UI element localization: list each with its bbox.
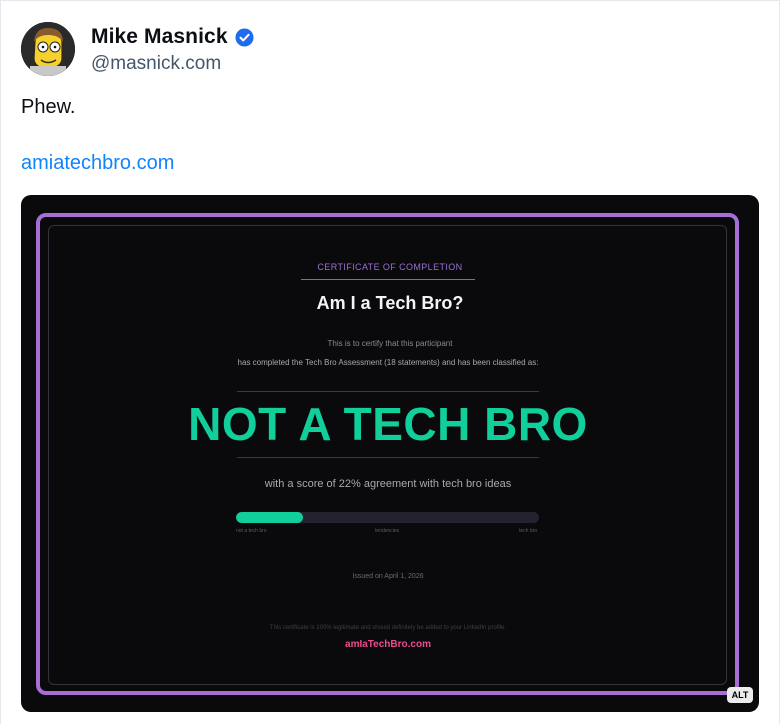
- score-line: with a score of 22% agreement with tech …: [264, 478, 512, 490]
- author-name[interactable]: Mike Masnick: [91, 25, 228, 49]
- post-card[interactable]: Mike Masnick @masnick.com Phew. amiatech…: [0, 0, 780, 724]
- verified-check-icon: [235, 27, 254, 47]
- issued-date: Issued on April 1, 2026: [352, 573, 424, 580]
- score-bar-fill: [236, 512, 303, 523]
- certify-line: This is to certify that this participant: [327, 339, 453, 348]
- result-heading: NOT A TECH BRO: [188, 398, 588, 450]
- alt-text-button[interactable]: ALT: [727, 687, 753, 703]
- avatar[interactable]: [21, 22, 75, 76]
- disclaimer: This certificate is 100% legitimate and …: [269, 625, 507, 631]
- certificate-title: Am I a Tech Bro?: [316, 293, 464, 313]
- embedded-image[interactable]: CERTIFICATE OF COMPLETION Am I a Tech Br…: [21, 195, 759, 712]
- divider-top: [237, 391, 539, 392]
- author-row: Mike Masnick: [91, 25, 254, 49]
- score-bar: [236, 512, 539, 523]
- certificate-label: CERTIFICATE OF COMPLETION: [317, 262, 463, 272]
- completed-line: has completed the Tech Bro Assessment (1…: [237, 358, 539, 367]
- divider-bottom: [237, 457, 539, 458]
- scale-label-left: not a tech bro: [236, 528, 267, 534]
- certificate-site: amIaTechBro.com: [345, 639, 431, 650]
- cartoon-avatar-icon: [21, 22, 75, 76]
- scale-label-middle: tendencies: [375, 528, 400, 534]
- author-handle[interactable]: @masnick.com: [91, 53, 221, 75]
- post-text: Phew.: [21, 96, 76, 118]
- post-link[interactable]: amiatechbro.com: [21, 152, 174, 175]
- scale-label-right: tech bro: [519, 528, 538, 534]
- label-underline: [301, 279, 475, 280]
